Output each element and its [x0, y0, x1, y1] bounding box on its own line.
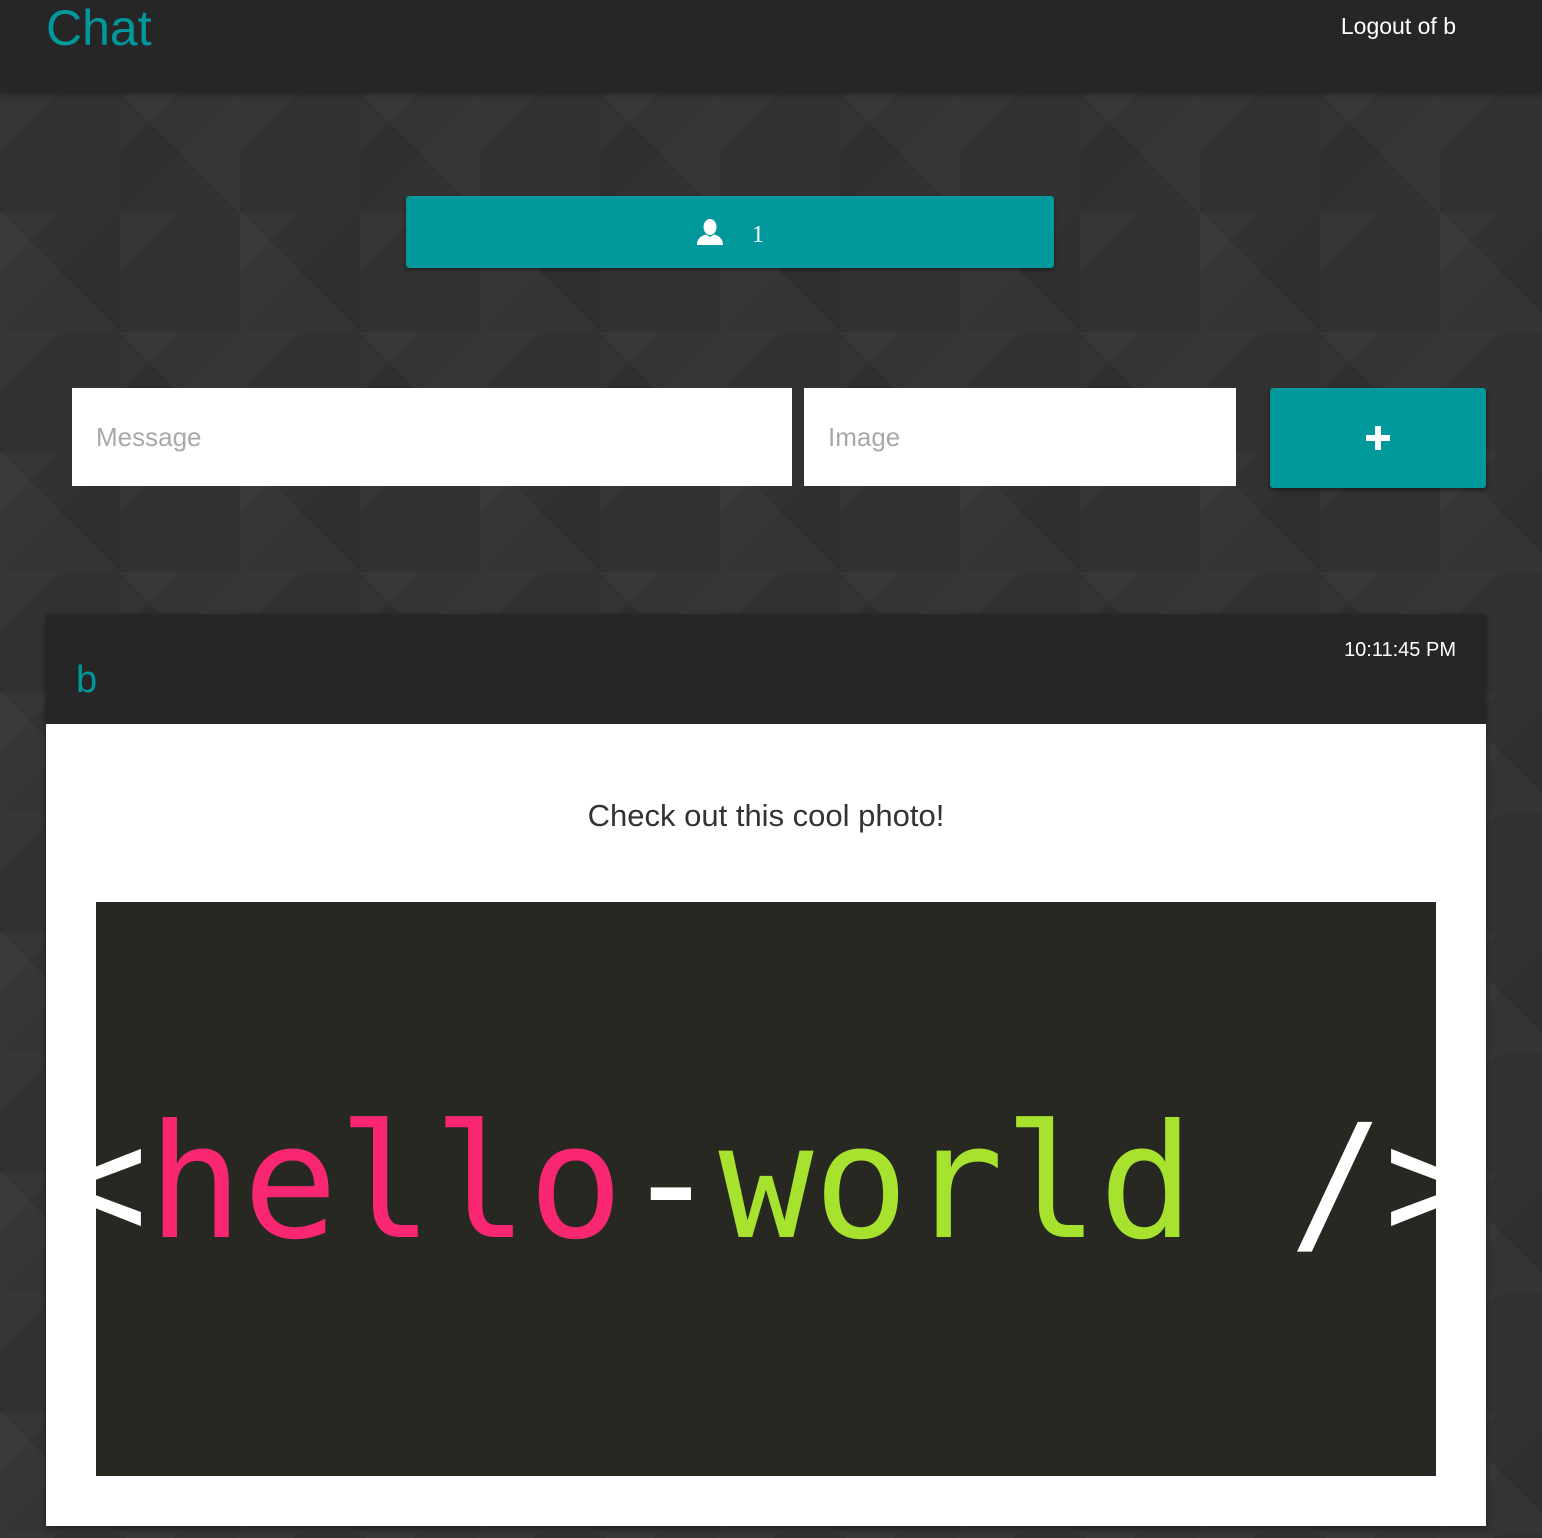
plus-icon: [1365, 425, 1391, 451]
message-timestamp: 10:11:45 PM: [1344, 639, 1456, 661]
message-image[interactable]: <hello-world />: [96, 902, 1436, 1476]
message-author: b: [76, 659, 98, 701]
top-navbar: Chat Logout of b: [0, 0, 1542, 92]
image-url-input[interactable]: [804, 388, 1236, 486]
message-input[interactable]: [72, 388, 792, 486]
send-message-button[interactable]: [1270, 388, 1486, 488]
logout-link[interactable]: Logout of b: [1341, 12, 1456, 40]
image-close-tag: />: [1194, 1091, 1436, 1275]
image-dash: -: [623, 1091, 718, 1275]
online-users-button[interactable]: 1: [406, 196, 1054, 268]
message-text: Check out this cool photo!: [587, 798, 945, 833]
online-users-count: 1: [752, 222, 764, 248]
message-header: b 10:11:45 PM: [46, 614, 1486, 724]
user-icon: [696, 218, 724, 246]
svg-text:<hello-world />: <hello-world />: [96, 1091, 1436, 1275]
image-word-world: world: [718, 1091, 1194, 1275]
message-body: Check out this cool photo! <hello-world …: [46, 724, 1486, 1526]
image-word-hello: hello: [148, 1091, 624, 1275]
brand-link[interactable]: Chat: [46, 0, 152, 56]
message-card: b 10:11:45 PM Check out this cool photo!…: [46, 614, 1486, 1526]
image-open-bracket: <: [96, 1091, 148, 1275]
